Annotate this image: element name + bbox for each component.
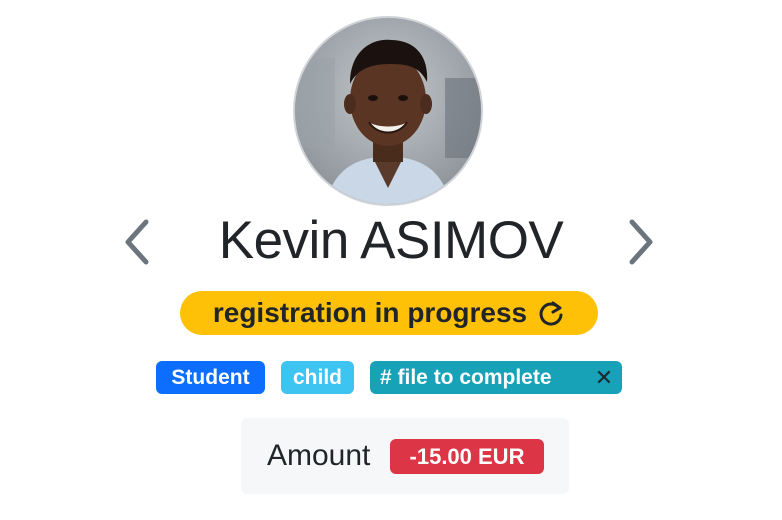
chevron-left-icon [125, 219, 149, 265]
amount-label: Amount [267, 439, 371, 472]
tag-file-label: # file to complete [380, 366, 552, 389]
amount-value-badge: -15.00 EUR [390, 439, 544, 474]
close-icon[interactable]: ✕ [594, 361, 614, 394]
profile-card: Kevin ASIMOV registration in progress St… [0, 0, 782, 520]
status-badge: registration in progress [180, 291, 598, 335]
status-label: registration in progress [212, 297, 528, 328]
chevron-right-icon [629, 219, 653, 265]
tag-child[interactable]: child [281, 361, 354, 394]
tag-file-to-complete[interactable]: # file to complete ✕ [370, 361, 622, 394]
next-button[interactable] [620, 214, 660, 270]
profile-name: Kevin ASIMOV [218, 211, 564, 270]
profile-photo [295, 18, 481, 204]
tag-student[interactable]: Student [156, 361, 265, 394]
refresh-icon[interactable] [537, 299, 565, 327]
avatar [293, 16, 483, 206]
amount-box: Amount -15.00 EUR [241, 418, 569, 494]
previous-button[interactable] [118, 214, 158, 270]
